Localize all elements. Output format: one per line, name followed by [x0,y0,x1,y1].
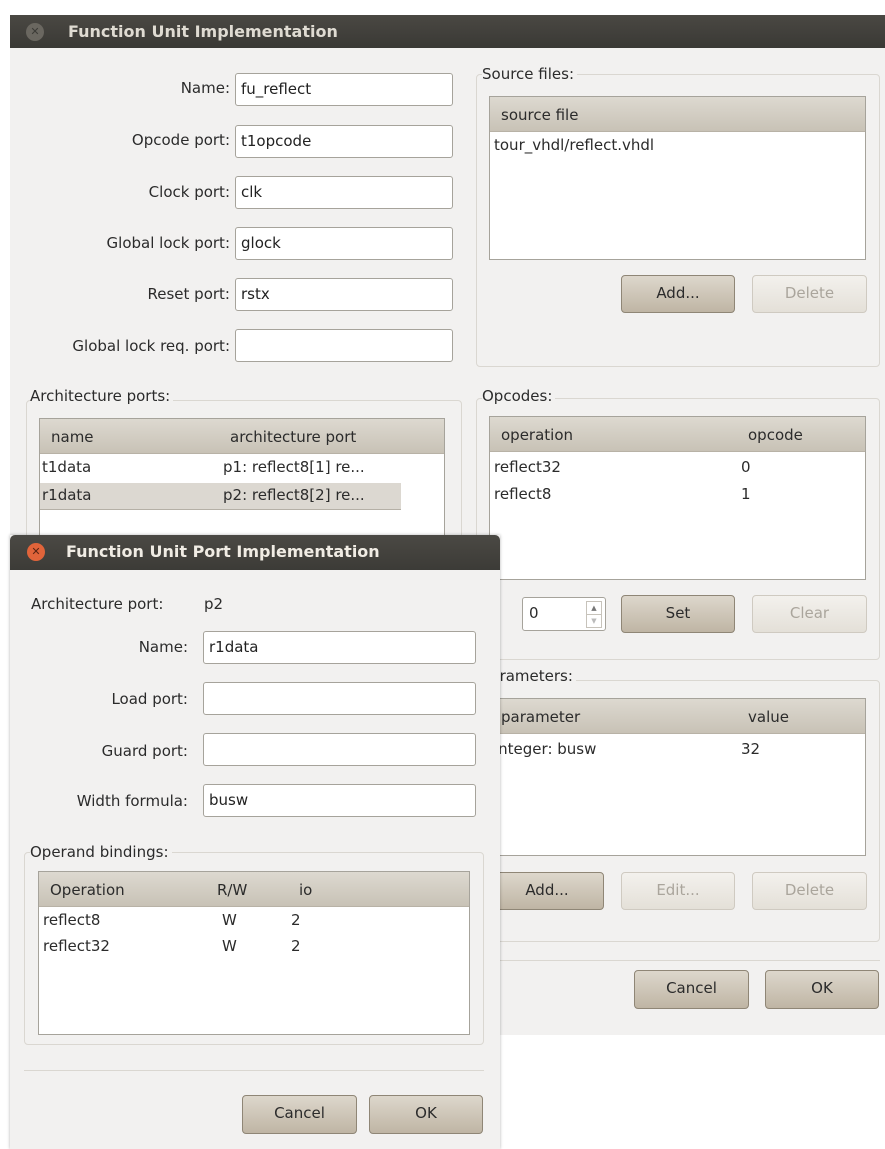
binding-io: 2 [291,911,301,929]
operation-column: Operation [50,881,125,899]
operation-name: reflect8 [494,485,552,503]
rw-column: R/W [217,881,248,899]
divider [24,1070,484,1071]
load-port-field[interactable] [203,682,476,715]
clock-port-field[interactable]: clk [235,176,453,209]
architecture-port: p1: reflect8[1] re... [223,458,365,476]
source-file-column: source file [501,106,579,124]
spin-up-icon[interactable]: ▲ [586,601,602,615]
guard-port-label: Guard port: [101,742,188,760]
table-row[interactable]: t1data p1: reflect8[1] re... [40,455,444,481]
name-field[interactable]: fu_reflect [235,73,453,106]
port-name: t1data [42,458,92,476]
table-row[interactable]: integer: busw 32 [490,737,865,763]
global-lock-port-label: Global lock port: [106,234,230,252]
parameter-name: integer: busw [494,740,597,758]
source-files-label: Source files: [482,65,577,83]
close-icon[interactable]: ✕ [26,23,44,41]
opcodes-header[interactable]: operation opcode [490,417,865,452]
port-dialog-titlebar[interactable]: ✕ Function Unit Port Implementation [10,535,500,570]
opcode-spinner[interactable]: 0 ▲ ▼ [522,597,606,631]
delete-source-button[interactable]: Delete [752,275,867,313]
clock-port-label: Clock port: [148,183,230,201]
width-formula-field[interactable]: busw [203,784,476,817]
opcodes-list[interactable]: operation opcode reflect32 0 reflect8 1 [489,416,866,580]
main-title: Function Unit Implementation [68,22,338,41]
close-icon[interactable]: ✕ [27,543,45,561]
binding-rw: W [222,937,237,955]
width-formula-label: Width formula: [76,792,188,810]
parameter-value: 32 [741,740,761,758]
name-column: name [51,428,94,446]
operand-bindings-label: Operand bindings: [30,843,172,861]
parameters-list[interactable]: parameter value integer: busw 32 [489,698,866,856]
architecture-ports-header[interactable]: name architecture port [40,419,444,454]
opcode-value: 1 [741,485,751,503]
global-lock-req-port-label: Global lock req. port: [72,337,230,355]
name-label: Name: [180,79,230,97]
opcode-spin-value: 0 [529,604,539,622]
binding-operation: reflect32 [43,937,110,955]
port-ok-button[interactable]: OK [369,1095,483,1134]
opcode-port-field[interactable]: t1opcode [235,125,453,158]
spin-down-icon[interactable]: ▼ [586,614,602,628]
source-files-header[interactable]: source file [490,97,865,132]
source-file-path: tour_vhdl/reflect.vhdl [494,136,655,154]
opcode-port-label: Opcode port: [131,131,230,149]
architecture-port-label: Architecture port: [31,595,164,613]
delete-parameter-button[interactable]: Delete [752,872,867,910]
port-name-field[interactable]: r1data [203,631,476,664]
architecture-port-value: p2 [204,595,224,613]
port-cancel-button[interactable]: Cancel [242,1095,357,1134]
parameters-header[interactable]: parameter value [490,699,865,734]
reset-port-field[interactable]: rstx [235,278,453,311]
architecture-port: p2: reflect8[2] re... [223,486,365,504]
port-dialog-title: Function Unit Port Implementation [66,542,380,561]
opcodes-label: Opcodes: [482,387,556,405]
binding-rw: W [222,911,237,929]
operand-bindings-list[interactable]: Operation R/W io reflect8 W 2 reflect32 … [38,871,470,1035]
binding-operation: reflect8 [43,911,101,929]
divider [476,960,880,961]
port-name-label: Name: [138,638,188,656]
opcode-column: opcode [748,426,803,444]
ok-button[interactable]: OK [765,970,879,1009]
set-opcode-button[interactable]: Set [621,595,735,633]
add-source-button[interactable]: Add... [621,275,735,313]
source-files-list[interactable]: source file tour_vhdl/reflect.vhdl [489,96,866,260]
cancel-button[interactable]: Cancel [634,970,749,1009]
operation-name: reflect32 [494,458,561,476]
binding-io: 2 [291,937,301,955]
clear-opcode-button[interactable]: Clear [752,595,867,633]
reset-port-label: Reset port: [147,285,230,303]
parameter-column: parameter [501,708,581,726]
global-lock-port-field[interactable]: glock [235,227,453,260]
operation-column: operation [501,426,574,444]
io-column: io [299,881,313,899]
port-dialog: ✕ Function Unit Port Implementation Arch… [10,535,500,1149]
add-parameter-button[interactable]: Add... [490,872,604,910]
table-row[interactable]: reflect32 0 [490,455,865,481]
main-titlebar[interactable]: ✕ Function Unit Implementation [10,15,885,48]
edit-parameter-button[interactable]: Edit... [621,872,735,910]
operand-bindings-header[interactable]: Operation R/W io [39,872,469,907]
table-row-selected[interactable]: r1data p2: reflect8[2] re... [40,483,401,510]
architecture-ports-label: Architecture ports: [30,387,174,405]
list-item[interactable]: tour_vhdl/reflect.vhdl [490,133,865,159]
value-column: value [748,708,789,726]
architecture-port-column: architecture port [230,428,357,446]
load-port-label: Load port: [111,690,188,708]
table-row[interactable]: reflect8 W 2 [39,908,469,934]
table-row[interactable]: reflect32 W 2 [39,934,469,960]
global-lock-req-port-field[interactable] [235,329,453,362]
table-row[interactable]: reflect8 1 [490,482,865,508]
opcode-value: 0 [741,458,751,476]
port-name: r1data [42,486,92,504]
guard-port-field[interactable] [203,733,476,766]
